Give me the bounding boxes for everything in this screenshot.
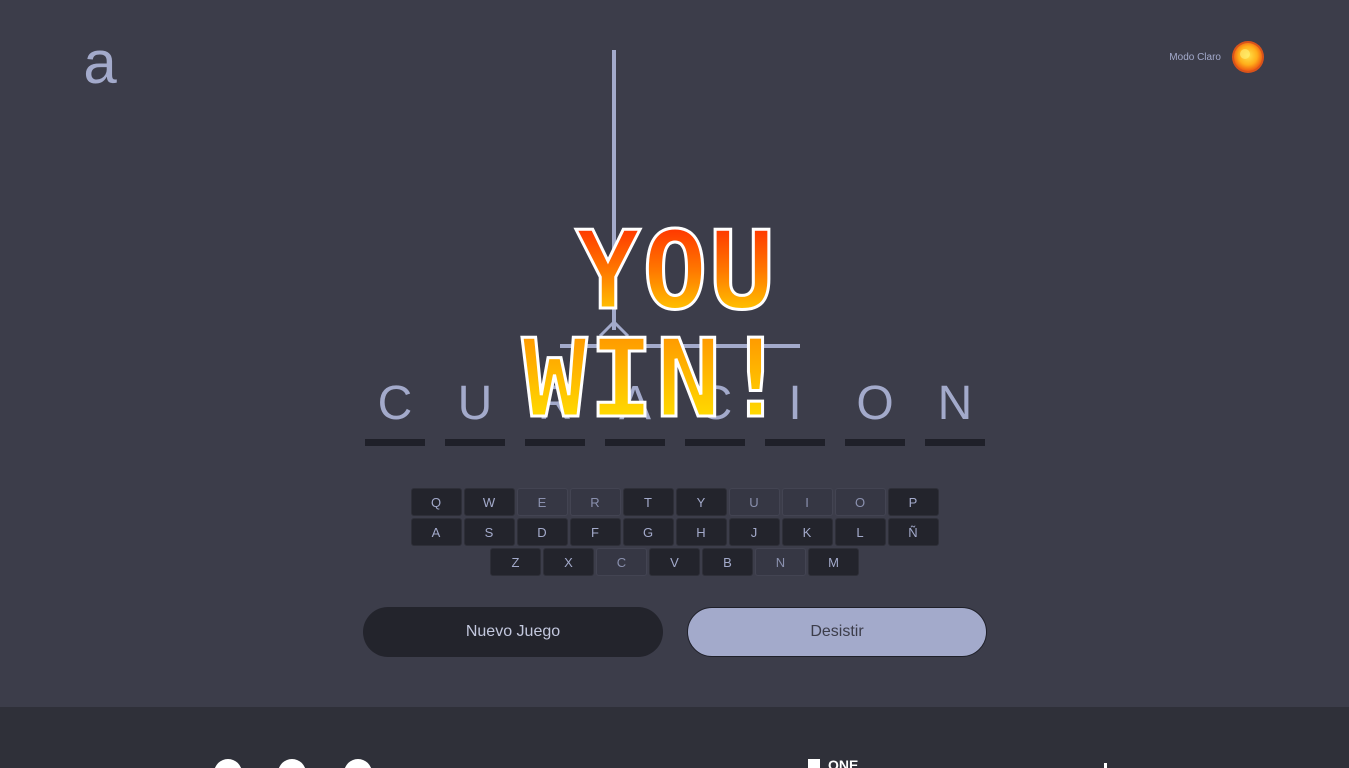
letter-slot: R [525, 378, 585, 448]
key-a[interactable]: A [410, 518, 462, 546]
letter-slot: C [685, 378, 745, 448]
key-h[interactable]: H [675, 518, 727, 546]
key-q[interactable]: Q [410, 488, 462, 516]
footer: ONE [0, 707, 1349, 768]
letter: I [788, 377, 802, 430]
key-b[interactable]: B [702, 548, 753, 576]
letter: R [537, 377, 573, 430]
letter-dash [605, 439, 665, 446]
letter: A [618, 377, 651, 430]
letter-slot: O [845, 378, 905, 448]
github-icon[interactable] [214, 759, 242, 768]
letter-dash [365, 439, 425, 446]
keyboard-row: ZXCVBNM [0, 548, 1349, 576]
letter-slot: C [365, 378, 425, 448]
sun-icon[interactable] [1231, 40, 1265, 74]
key-v[interactable]: V [649, 548, 700, 576]
letter: C [697, 377, 733, 430]
key-n[interactable]: N [755, 548, 806, 576]
you-win-banner: YOU WIN! [520, 208, 789, 444]
letter-dash [925, 439, 985, 446]
key-p[interactable]: P [887, 488, 939, 516]
key-x[interactable]: X [543, 548, 594, 576]
keyboard-row: QWERTYUIOP [0, 488, 1349, 516]
key-i[interactable]: I [781, 488, 833, 516]
letter-dash [525, 439, 585, 446]
alura-footer-icon [1104, 763, 1107, 768]
key-l[interactable]: L [834, 518, 886, 546]
alura-logo[interactable]: a [80, 38, 120, 90]
key-t[interactable]: T [622, 488, 674, 516]
letter-dash [445, 439, 505, 446]
letter-dash [685, 439, 745, 446]
linkedin-icon[interactable] [278, 759, 306, 768]
key-e[interactable]: E [516, 488, 568, 516]
letter-slot: U [445, 378, 505, 448]
keyboard-row: ASDFGHJKLÑ [0, 518, 1349, 546]
key-s[interactable]: S [463, 518, 515, 546]
oracle-one-icon [808, 759, 820, 768]
letter-slot: N [925, 378, 985, 448]
letter-dash [845, 439, 905, 446]
letter: C [377, 377, 413, 430]
letter-slot: A [605, 378, 665, 448]
key-u[interactable]: U [728, 488, 780, 516]
oracle-one-text: ONE [828, 757, 858, 768]
new-game-button[interactable]: Nuevo Juego [363, 607, 663, 657]
key-d[interactable]: D [516, 518, 568, 546]
letter-slot: I [765, 378, 825, 448]
letter: N [937, 377, 973, 430]
key-c[interactable]: C [596, 548, 647, 576]
key-y[interactable]: Y [675, 488, 727, 516]
key-k[interactable]: K [781, 518, 833, 546]
theme-toggle-label: Modo Claro [1169, 51, 1221, 63]
svg-text:a: a [83, 38, 117, 90]
key-w[interactable]: W [463, 488, 515, 516]
quit-button[interactable]: Desistir [687, 607, 987, 657]
key-z[interactable]: Z [490, 548, 541, 576]
main-area: a Modo Claro C U R A C I O N Q W E R T Y… [0, 0, 1349, 707]
on-screen-keyboard: QWERTYUIOPASDFGHJKLÑZXCVBNM [0, 488, 1349, 578]
key-f[interactable]: F [569, 518, 621, 546]
key-j[interactable]: J [728, 518, 780, 546]
letter: U [457, 377, 493, 430]
letter-dash [765, 439, 825, 446]
hangman-gallows [560, 50, 800, 348]
game-page: a Modo Claro C U R A C I O N Q W E R T Y… [0, 0, 1349, 768]
key-r[interactable]: R [569, 488, 621, 516]
key-ñ[interactable]: Ñ [887, 518, 939, 546]
portfolio-icon[interactable] [344, 759, 372, 768]
letter: O [856, 377, 894, 430]
key-g[interactable]: G [622, 518, 674, 546]
footer-decorations: ONE [214, 757, 1107, 768]
key-m[interactable]: M [808, 548, 859, 576]
key-o[interactable]: O [834, 488, 886, 516]
secret-word: C U R A C I O N [365, 378, 985, 448]
theme-toggle[interactable]: Modo Claro [1169, 40, 1265, 74]
win-text-line1: YOU [575, 209, 776, 334]
